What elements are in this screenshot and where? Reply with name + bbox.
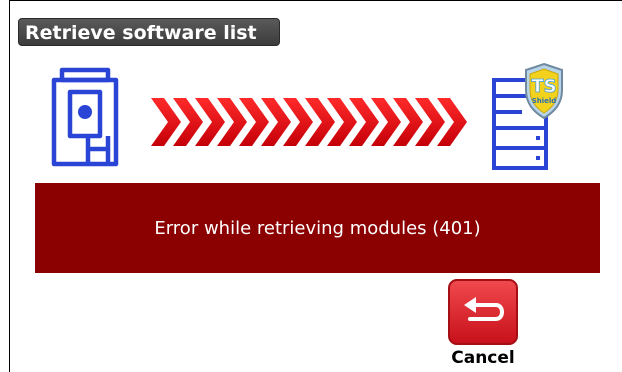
survey-instrument-icon [51,67,119,167]
error-banner: Error while retrieving modules (401) [35,183,600,273]
return-arrow-icon [448,279,518,345]
cancel-button[interactable]: Cancel [447,278,519,372]
error-message: Error while retrieving modules (401) [154,217,481,239]
server-icon: TS Shield [492,62,563,170]
transfer-arrows-icon [151,98,467,146]
badge-text-main: TS [531,76,556,97]
window-border-left [9,0,10,372]
ts-shield-badge-icon: TS Shield [525,62,563,120]
badge-text-sub: Shield [532,97,557,105]
window-border-top [9,0,622,1]
dialog-title: Retrieve software list [18,18,280,46]
cancel-button-label: Cancel [451,348,515,368]
